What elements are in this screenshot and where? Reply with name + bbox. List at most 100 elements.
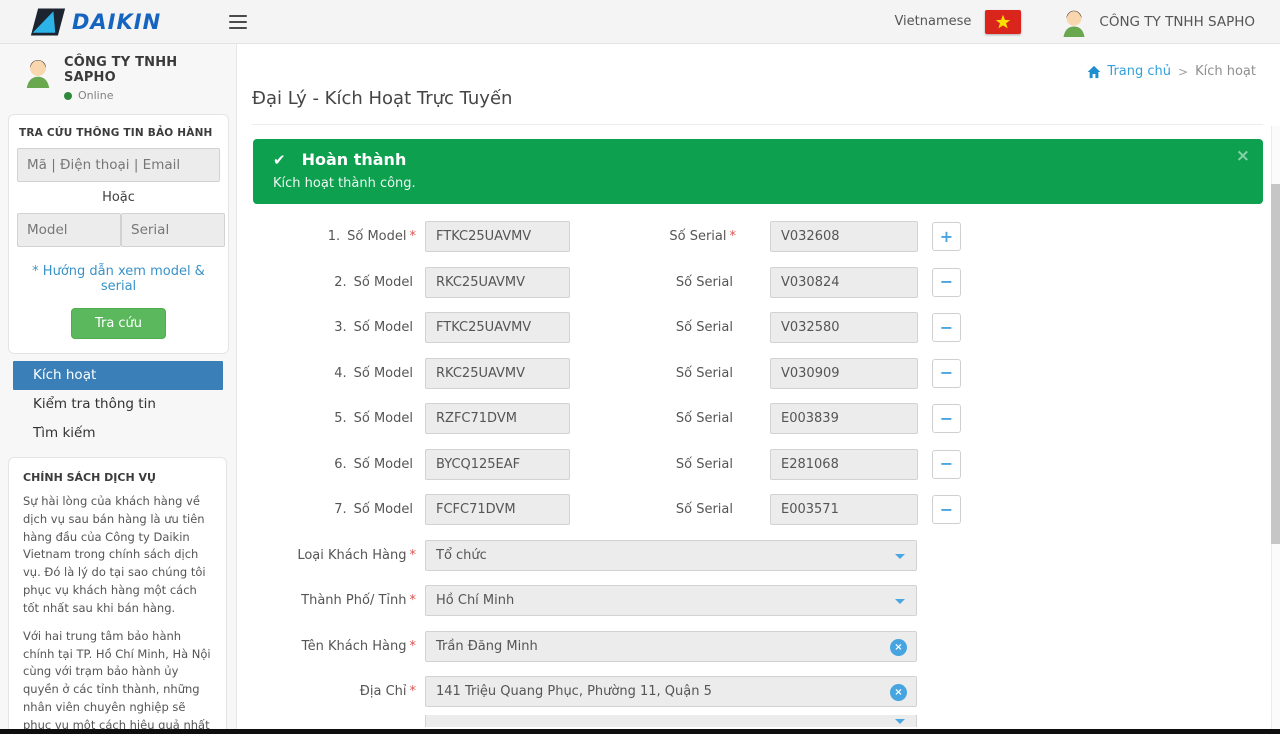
model-label: 6.Số Model <box>253 457 416 472</box>
daikin-wordmark: DAIKIN <box>72 10 161 34</box>
sidebar-user-name: CÔNG TY TNHH SAPHO <box>64 55 224 85</box>
alert-title: Hoàn thành <box>302 150 407 169</box>
remove-row-button[interactable]: − <box>932 313 961 342</box>
service-policy-title: CHÍNH SÁCH DỊCH VỤ <box>23 471 214 484</box>
serial-input[interactable] <box>770 358 918 389</box>
serial-input[interactable] <box>770 312 918 343</box>
model-search-input[interactable] <box>17 213 121 247</box>
breadcrumb-home-link[interactable]: Trang chủ <box>1107 64 1171 79</box>
model-input[interactable] <box>425 221 570 252</box>
serial-label: Số Serial <box>570 457 736 472</box>
serial-label: Số Serial <box>570 275 736 290</box>
online-status-dot <box>64 92 72 100</box>
daikin-logo[interactable]: DAIKIN <box>30 7 161 37</box>
city-row: Thành Phố/ Tỉnh* Hồ Chí Minh <box>253 578 1263 624</box>
language-label: Vietnamese <box>894 14 971 29</box>
customer-name-label: Tên Khách Hàng* <box>253 639 416 654</box>
success-alert: ✔ Hoàn thành Kích hoạt thành công. × <box>253 139 1263 204</box>
serial-label: Số Serial <box>570 411 736 426</box>
model-serial-row: 7.Số Model Số Serial − <box>253 487 1263 533</box>
model-serial-row: 1.Số Model* Số Serial* + <box>253 214 1263 260</box>
model-serial-row: 5.Số Model Số Serial − <box>253 396 1263 442</box>
chevron-down-icon <box>895 719 905 724</box>
chevron-down-icon <box>895 554 905 559</box>
address-label: Địa Chỉ* <box>253 684 416 699</box>
breadcrumb-separator: > <box>1178 65 1188 79</box>
serial-label: Số Serial <box>570 502 736 517</box>
serial-input[interactable] <box>770 449 918 480</box>
chevron-down-icon <box>895 599 905 604</box>
service-policy-paragraph-1: Sự hài lòng của khách hàng về dịch vụ sa… <box>23 493 214 618</box>
model-serial-row: 4.Số Model Số Serial − <box>253 351 1263 397</box>
remove-row-button[interactable]: − <box>932 495 961 524</box>
search-button[interactable]: Tra cứu <box>71 308 166 339</box>
serial-label: Số Serial* <box>570 229 736 244</box>
warranty-search-card: TRA CỨU THÔNG TIN BẢO HÀNH Hoặc * Hướng … <box>8 114 229 354</box>
warranty-search-title: TRA CỨU THÔNG TIN BẢO HÀNH <box>19 127 220 139</box>
add-row-button[interactable]: + <box>932 222 961 251</box>
model-serial-row: 3.Số Model Số Serial − <box>253 305 1263 351</box>
serial-input[interactable] <box>770 403 918 434</box>
activation-form: 1.Số Model* Số Serial* + 2.Số Model Số S… <box>253 214 1263 727</box>
header-user-menu[interactable]: CÔNG TY TNHH SAPHO <box>1059 7 1255 37</box>
customer-name-value: Trần Đăng Minh <box>436 639 538 654</box>
top-header: DAIKIN Vietnamese CÔNG TY TNHH SAPHO <box>0 0 1280 44</box>
city-label: Thành Phố/ Tỉnh* <box>253 593 416 608</box>
model-label: 2.Số Model <box>253 275 416 290</box>
clear-icon[interactable]: × <box>890 684 907 701</box>
serial-input[interactable] <box>770 221 918 252</box>
sidebar-item-kiem-tra-thong-tin[interactable]: Kiểm tra thông tin <box>13 390 223 419</box>
address-row: Địa Chỉ* 141 Triệu Quang Phục, Phường 11… <box>253 669 1263 715</box>
breadcrumb: Trang chủ > Kích hoạt <box>1087 64 1256 79</box>
serial-input[interactable] <box>770 267 918 298</box>
close-icon[interactable]: × <box>1236 148 1250 165</box>
model-label: 5.Số Model <box>253 411 416 426</box>
model-input[interactable] <box>425 358 570 389</box>
vietnam-flag-icon[interactable] <box>985 10 1021 34</box>
remove-row-button[interactable]: − <box>932 268 961 297</box>
warranty-code-input[interactable] <box>17 148 220 182</box>
model-serial-row: 6.Số Model Số Serial − <box>253 442 1263 488</box>
city-value: Hồ Chí Minh <box>436 593 514 608</box>
clear-icon[interactable]: × <box>890 639 907 656</box>
remove-row-button[interactable]: − <box>932 450 961 479</box>
remove-row-button[interactable]: − <box>932 404 961 433</box>
sidebar-user-avatar <box>22 55 54 89</box>
sidebar-item-tim-kiem[interactable]: Tìm kiếm <box>13 419 223 448</box>
scrollbar-track[interactable] <box>1271 126 1280 734</box>
customer-name-row: Tên Khách Hàng* Trần Đăng Minh × <box>253 624 1263 670</box>
customer-type-select[interactable]: Tổ chức <box>425 540 917 571</box>
customer-type-label: Loại Khách Hàng* <box>253 548 416 563</box>
model-label: 3.Số Model <box>253 320 416 335</box>
customer-type-value: Tổ chức <box>436 548 487 563</box>
breadcrumb-current: Kích hoạt <box>1195 64 1256 79</box>
model-input[interactable] <box>425 403 570 434</box>
sidebar-menu: Kích hoạt Kiểm tra thông tin Tìm kiếm <box>0 361 236 448</box>
model-input[interactable] <box>425 267 570 298</box>
next-field-select-partial[interactable] <box>425 715 917 727</box>
header-user-name: CÔNG TY TNHH SAPHO <box>1099 14 1255 30</box>
model-input[interactable] <box>425 312 570 343</box>
next-field-row-partial <box>253 715 1263 727</box>
customer-name-input[interactable]: Trần Đăng Minh × <box>425 631 917 662</box>
address-value: 141 Triệu Quang Phục, Phường 11, Quận 5 <box>436 684 712 699</box>
model-serial-guide-link[interactable]: * Hướng dẫn xem model & serial <box>17 264 220 294</box>
scrollbar-thumb[interactable] <box>1271 184 1280 544</box>
remove-row-button[interactable]: − <box>932 359 961 388</box>
home-icon[interactable] <box>1087 65 1101 79</box>
or-label: Hoặc <box>17 190 220 205</box>
main-content: Trang chủ > Kích hoạt Đại Lý - Kích Hoạt… <box>237 44 1280 734</box>
hamburger-menu-icon[interactable] <box>229 15 247 29</box>
sidebar-user-panel: CÔNG TY TNHH SAPHO Online <box>0 44 236 108</box>
service-policy-paragraph-2: Với hai trung tâm bảo hành chính tại TP.… <box>23 628 214 734</box>
model-input[interactable] <box>425 449 570 480</box>
sidebar-item-kich-hoat[interactable]: Kích hoạt <box>13 361 223 390</box>
model-input[interactable] <box>425 494 570 525</box>
serial-search-input[interactable] <box>121 213 225 247</box>
city-select[interactable]: Hồ Chí Minh <box>425 585 917 616</box>
address-input[interactable]: 141 Triệu Quang Phục, Phường 11, Quận 5 … <box>425 676 917 707</box>
model-serial-row: 2.Số Model Số Serial − <box>253 260 1263 306</box>
online-status-label: Online <box>78 89 113 102</box>
bottom-edge-strip <box>0 729 1280 734</box>
serial-input[interactable] <box>770 494 918 525</box>
